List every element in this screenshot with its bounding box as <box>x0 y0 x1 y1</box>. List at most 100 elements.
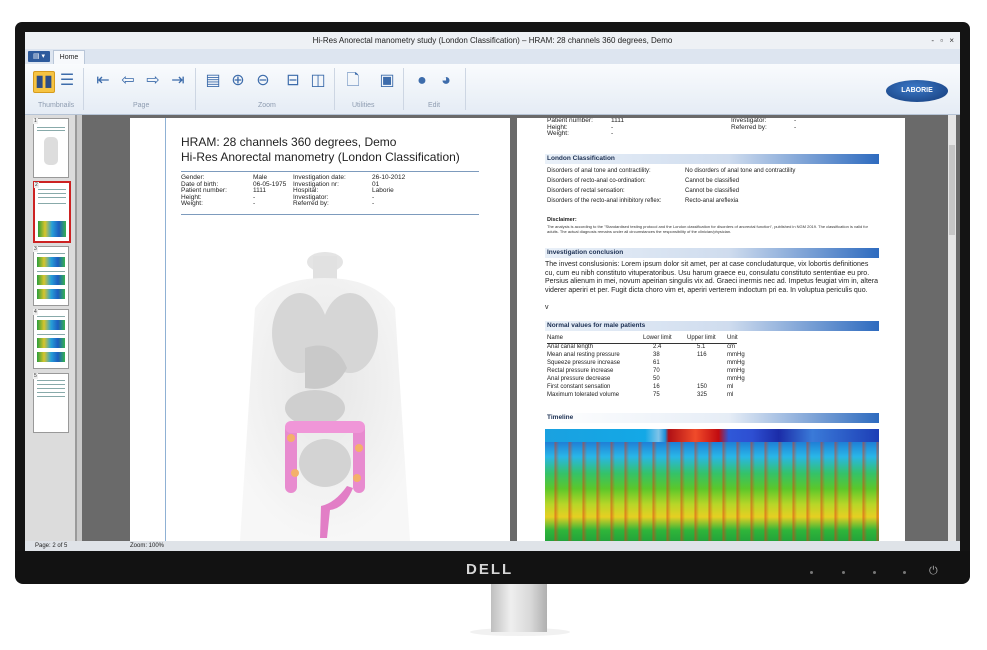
zoom-in-icon[interactable]: ⊕ <box>228 71 248 91</box>
page-indicator: Page: 2 of 5 <box>35 543 68 549</box>
group-label-utilities: Utilities <box>352 102 375 109</box>
disclaimer-title: Disclaimer: <box>547 217 577 223</box>
document-workspace: 1 2 3 4 5 HRAM: 28 channels 360 degrees,… <box>25 115 960 541</box>
group-label-thumbnails: Thumbnails <box>38 102 75 109</box>
london-value: Recto-anal areflexia <box>685 198 739 204</box>
thumbnail-panel: 1 2 3 4 5 <box>25 115 77 541</box>
conclusion-heading: Investigation conclusion <box>545 248 879 258</box>
report-page-1: HRAM: 28 channels 360 degrees, Demo Hi-R… <box>130 118 510 541</box>
monitor-button[interactable] <box>873 571 876 574</box>
thumbnail-number: 1 <box>33 118 38 124</box>
table-row: Squeeze pressure increase 61 mmHg <box>547 360 745 366</box>
monitor-button[interactable] <box>842 571 845 574</box>
thumbnail-page-4[interactable]: 4 <box>33 309 69 369</box>
power-icon[interactable]: ⏻ <box>929 565 938 578</box>
fit-width-icon[interactable]: ⊟ <box>283 71 303 91</box>
normal-values-heading: Normal values for male patients <box>545 321 879 331</box>
thumbnail-page-3[interactable]: 3 <box>33 246 69 306</box>
investigation-values: 26-10-2012 01 Laborie - - <box>372 174 406 208</box>
monitor-button[interactable] <box>903 571 906 574</box>
panel-splitter[interactable] <box>77 115 82 541</box>
app-menu-button[interactable]: ▤ ▾ <box>28 51 50 62</box>
group-label-zoom: Zoom <box>258 102 276 109</box>
thumbnail-number: 5 <box>33 373 38 379</box>
thumbnail-number: 2 <box>34 182 39 188</box>
list-icon[interactable]: ☰ <box>57 71 77 91</box>
tab-home[interactable]: Home <box>53 50 85 65</box>
first-page-icon[interactable]: ⇤ <box>93 71 113 91</box>
page-zoom-icon[interactable]: ▤ <box>203 71 223 91</box>
ribbon: ▮▮ ☰ Thumbnails ⇤ ⇦ ⇨ ⇥ Page ▤ ⊕ ⊖ ⊟ ◫ Z… <box>25 64 960 115</box>
pressure-heatmap[interactable] <box>545 442 879 541</box>
dell-logo: DELL <box>466 561 514 578</box>
table-row: Anal pressure decrease 50 mmHg <box>547 376 745 382</box>
group-separator <box>465 68 466 110</box>
page-margin-line <box>165 118 166 541</box>
screen: Hi-Res Anorectal manometry study (London… <box>25 32 960 551</box>
london-value: No disorders of anal tone and contractil… <box>685 168 796 174</box>
investigator-values: -- <box>794 118 797 131</box>
patient-values: Male 06-05-1975 1111- - <box>253 174 287 208</box>
window-title: Hi-Res Anorectal manometry study (London… <box>312 36 673 45</box>
patient-labels: Gender: Date of birth: Patient number: Hei… <box>181 174 227 208</box>
timeline-bar[interactable] <box>545 429 879 442</box>
report-title: HRAM: 28 channels 360 degrees, Demo <box>181 135 397 149</box>
ribbon-tabs: ▤ ▾ Home <box>25 49 960 65</box>
table-row: First constant sensation 16 150 ml <box>547 384 734 390</box>
london-label: Disorders of recto-anal co-ordination: <box>547 178 646 184</box>
thumbnails-icon[interactable]: ▮▮ <box>33 71 55 93</box>
conclusion-text: The invest conslusionis: Lorem ipsum dol… <box>545 261 879 294</box>
group-label-page: Page <box>133 102 150 109</box>
scrollbar-thumb[interactable] <box>949 145 955 235</box>
thumbnail-page-1[interactable]: 1 <box>33 118 69 178</box>
patient-labels: Patient number: Height: Weight: <box>547 118 593 138</box>
group-separator <box>195 68 196 110</box>
anatomy-illustration <box>240 252 410 541</box>
investigation-labels: Investigation date: Investigation nr: Hos… <box>293 174 346 208</box>
group-label-edit: Edit <box>428 102 441 109</box>
export-icon[interactable]: 🗋 <box>343 71 363 91</box>
timeline-heading: Timeline <box>545 413 879 423</box>
patient-values: 1111- - <box>611 118 625 138</box>
london-classification-heading: London Classification <box>545 154 879 164</box>
disclaimer-text: The analysis is according to the "Standa… <box>547 224 868 234</box>
thumbnail-page-2[interactable]: 2 <box>33 181 71 243</box>
laborie-logo: LABORIE <box>886 80 948 102</box>
report-page-2: Patient number: Height: Weight: 1111- - Inv… <box>517 118 905 541</box>
prev-page-icon[interactable]: ⇦ <box>118 71 138 91</box>
status-bar: Page: 2 of 5 Zoom: 100% <box>25 541 960 551</box>
next-page-icon[interactable]: ⇨ <box>143 71 163 91</box>
divider <box>181 214 479 215</box>
title-bar: Hi-Res Anorectal manometry study (London… <box>25 32 960 49</box>
thumbnail-number: 3 <box>33 246 38 252</box>
fit-height-icon[interactable]: ◫ <box>308 71 328 91</box>
divider <box>181 171 479 172</box>
table-row: Maximum tolerated volume 75 325 ml <box>547 392 734 398</box>
london-value: Cannot be classified <box>685 178 740 184</box>
monitor-button[interactable] <box>810 571 813 574</box>
thumbnail-number: 4 <box>33 309 38 315</box>
zoom-indicator: Zoom: 100% <box>130 543 165 549</box>
report-subtitle: Hi-Res Anorectal manometry (London Class… <box>181 150 460 164</box>
group-separator <box>403 68 404 110</box>
thumbnail-page-5[interactable]: 5 <box>33 373 69 433</box>
comment-icon[interactable]: ● <box>412 71 432 91</box>
table-row: Rectal pressure increase 70 mmHg <box>547 368 745 374</box>
london-value: Cannot be classified <box>685 188 740 194</box>
investigator-labels: Investigator: Referred by: <box>731 118 767 131</box>
london-label: Disorders of anal tone and contractility… <box>547 168 651 174</box>
window-controls[interactable]: - ▫ × <box>931 32 956 49</box>
normal-values-header: Name Lower limit Upper limit Unit <box>547 335 738 341</box>
table-row: Anal canal length 2.4 5.1 cm <box>547 344 735 350</box>
last-page-icon[interactable]: ⇥ <box>168 71 188 91</box>
london-label: Disorders of rectal sensation: <box>547 188 625 194</box>
zoom-out-icon[interactable]: ⊖ <box>253 71 273 91</box>
print-icon[interactable]: ▣ <box>377 71 397 91</box>
anatomy-thumb <box>44 137 58 165</box>
monitor-stand <box>491 584 547 632</box>
edit-icon[interactable]: ◕ <box>436 71 456 91</box>
london-label: Disorders of the recto-anal inhibitory r… <box>547 198 662 204</box>
conclusion-tail: v <box>545 304 549 311</box>
group-separator <box>83 68 84 110</box>
group-separator <box>334 68 335 110</box>
